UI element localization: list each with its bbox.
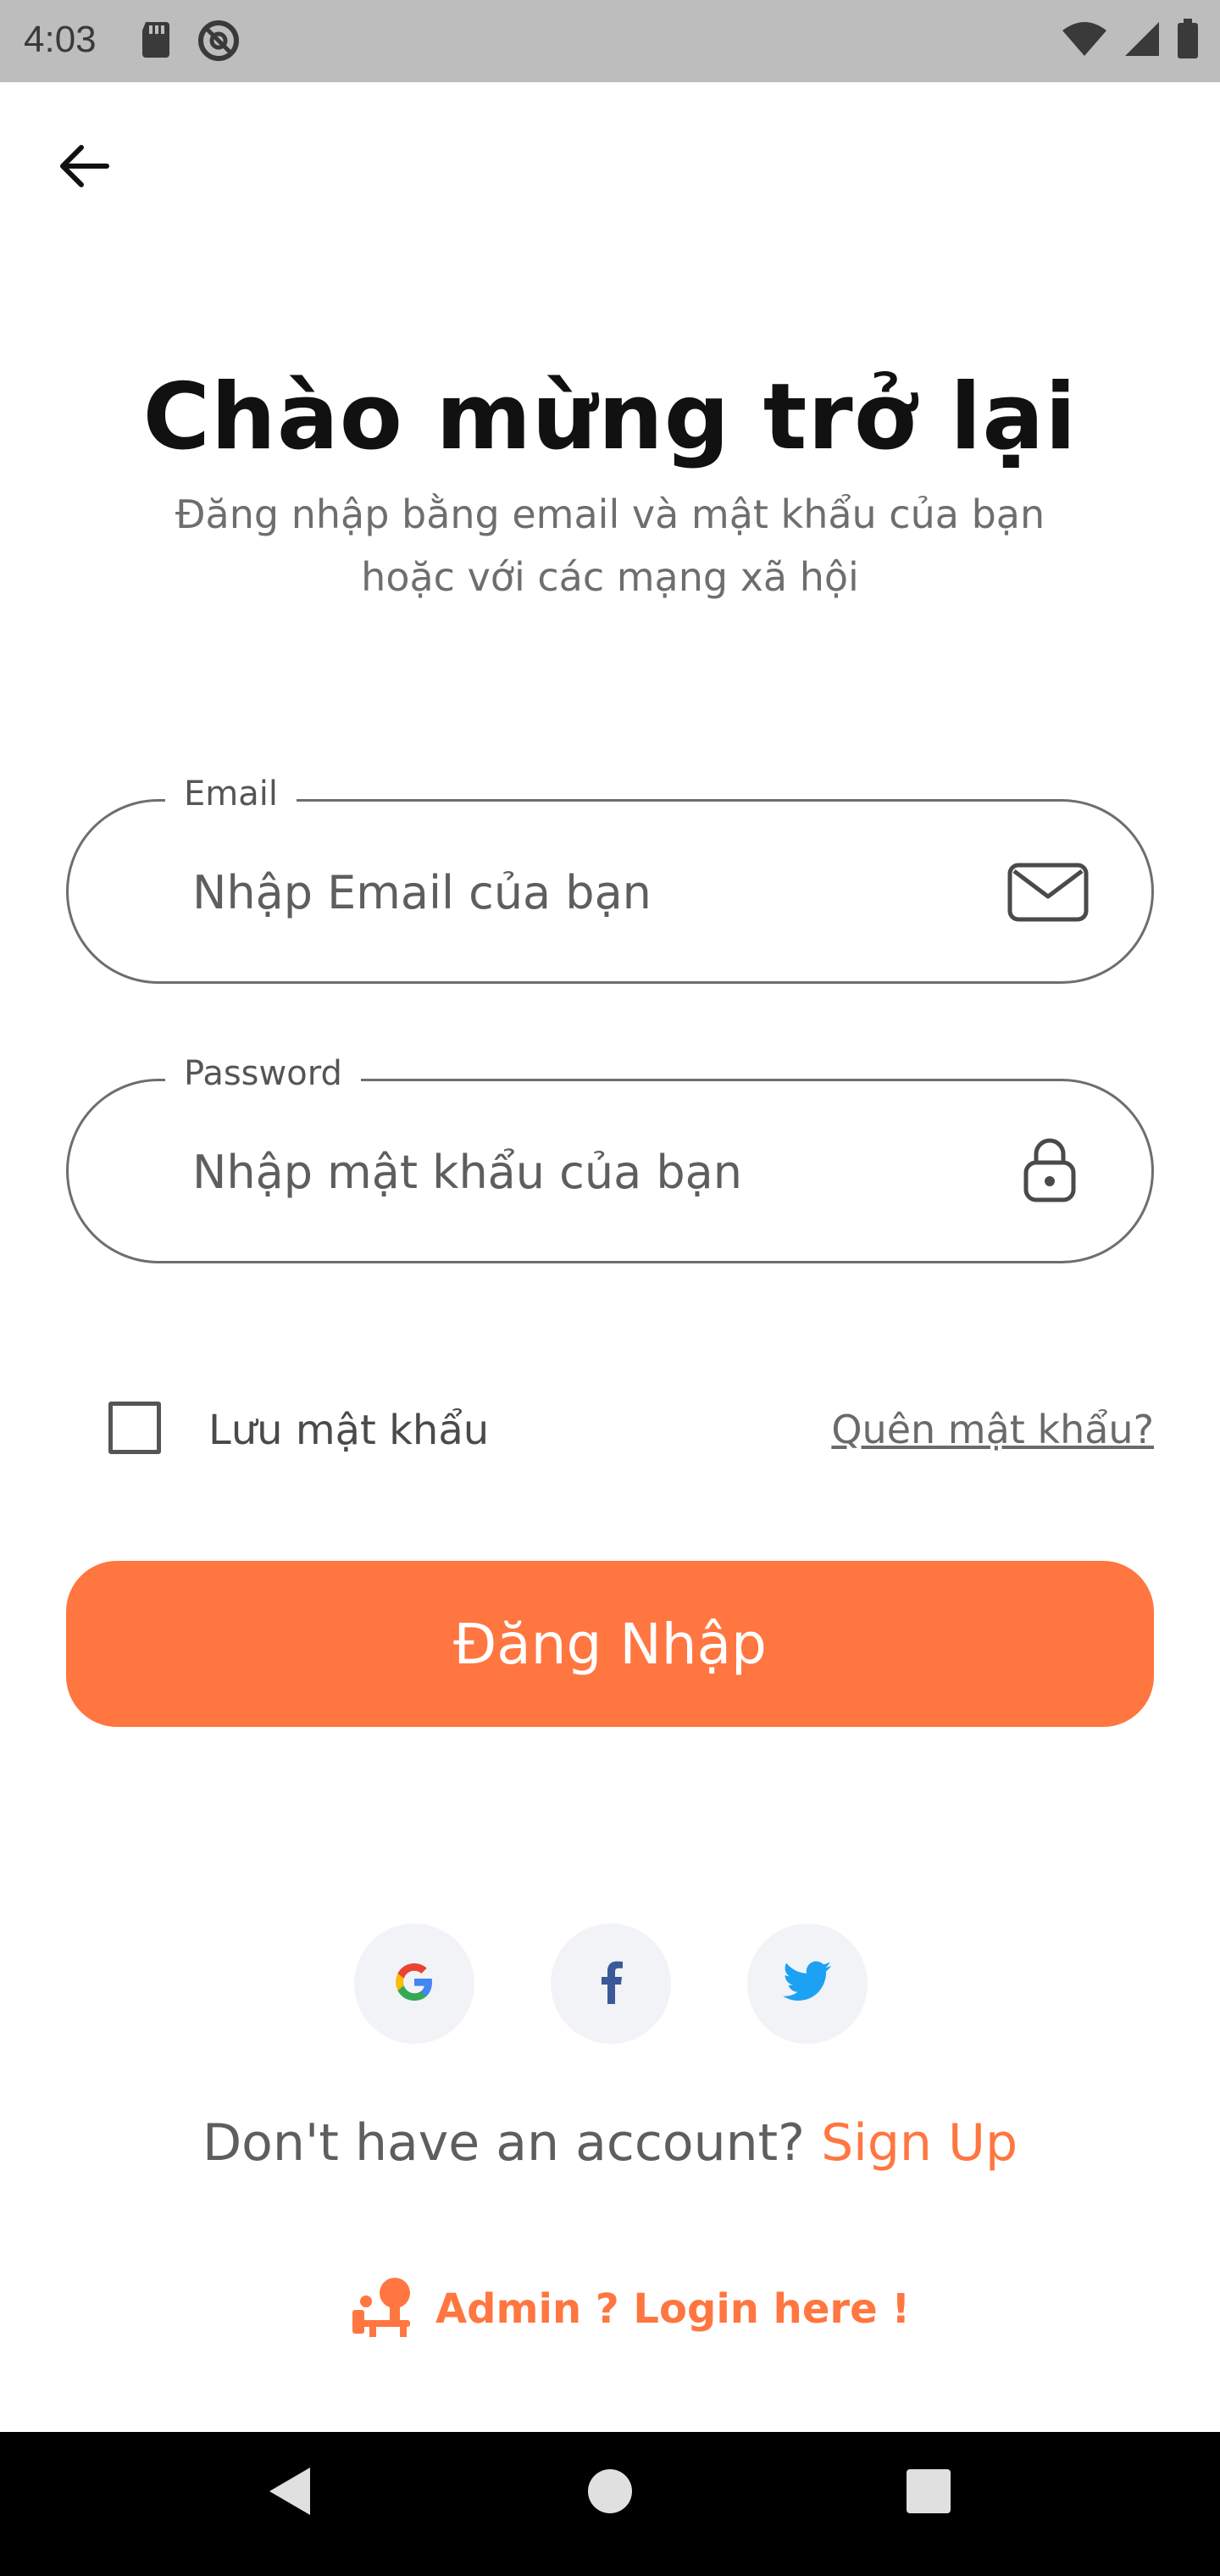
page-title: Chào mừng trở lại — [142, 364, 1078, 470]
signal-icon — [1123, 20, 1161, 62]
remember-checkbox[interactable] — [108, 1402, 161, 1454]
lock-icon — [1023, 1135, 1077, 1208]
forgot-password-link[interactable]: Quên mật khẩu? — [831, 1407, 1154, 1452]
android-nav-bar — [0, 2432, 1220, 2576]
admin-icon — [351, 2276, 415, 2341]
mail-icon — [1007, 863, 1089, 926]
signup-row: Don't have an account? Sign Up — [0, 2113, 1220, 2173]
facebook-icon — [598, 1960, 624, 2008]
email-field[interactable]: Email — [66, 774, 1154, 984]
status-left-icons — [137, 19, 241, 67]
status-right-icons — [1061, 19, 1200, 64]
password-input[interactable] — [191, 1081, 957, 1263]
admin-login-label: Admin ? Login here ! — [435, 2285, 911, 2333]
wifi-icon — [1061, 20, 1108, 62]
nav-back-button[interactable] — [264, 2464, 315, 2523]
email-input[interactable] — [191, 802, 957, 983]
arrow-left-icon — [56, 142, 110, 194]
remember-row: Lưu mật khẩu Quên mật khẩu? — [108, 1400, 1154, 1459]
back-button[interactable] — [51, 136, 115, 200]
twitter-icon — [782, 1961, 833, 2007]
google-login-button[interactable] — [354, 1924, 474, 2044]
nav-recents-button[interactable] — [905, 2464, 952, 2523]
battery-icon — [1176, 19, 1200, 64]
admin-login-link[interactable]: Admin ? Login here ! — [351, 2276, 910, 2341]
google-icon — [392, 1960, 436, 2008]
no-disturb-icon — [197, 19, 241, 67]
signup-link[interactable]: Sign Up — [821, 2113, 1018, 2173]
page-subtitle: Đăng nhập bằng email và mật khẩu của bạn… — [175, 491, 1045, 600]
sd-card-icon — [137, 19, 175, 67]
remember-label: Lưu mật khẩu — [208, 1407, 490, 1454]
facebook-login-button[interactable] — [551, 1924, 671, 2044]
password-field[interactable]: Password — [66, 1054, 1154, 1263]
nav-home-button[interactable] — [586, 2464, 634, 2523]
login-button[interactable]: Đăng Nhập — [66, 1561, 1154, 1727]
twitter-login-button[interactable] — [747, 1924, 868, 2044]
signup-question: Don't have an account? — [202, 2113, 806, 2173]
social-login-row — [354, 1924, 868, 2044]
status-bar: 4:03 — [0, 0, 1220, 82]
status-time: 4:03 — [24, 19, 97, 60]
